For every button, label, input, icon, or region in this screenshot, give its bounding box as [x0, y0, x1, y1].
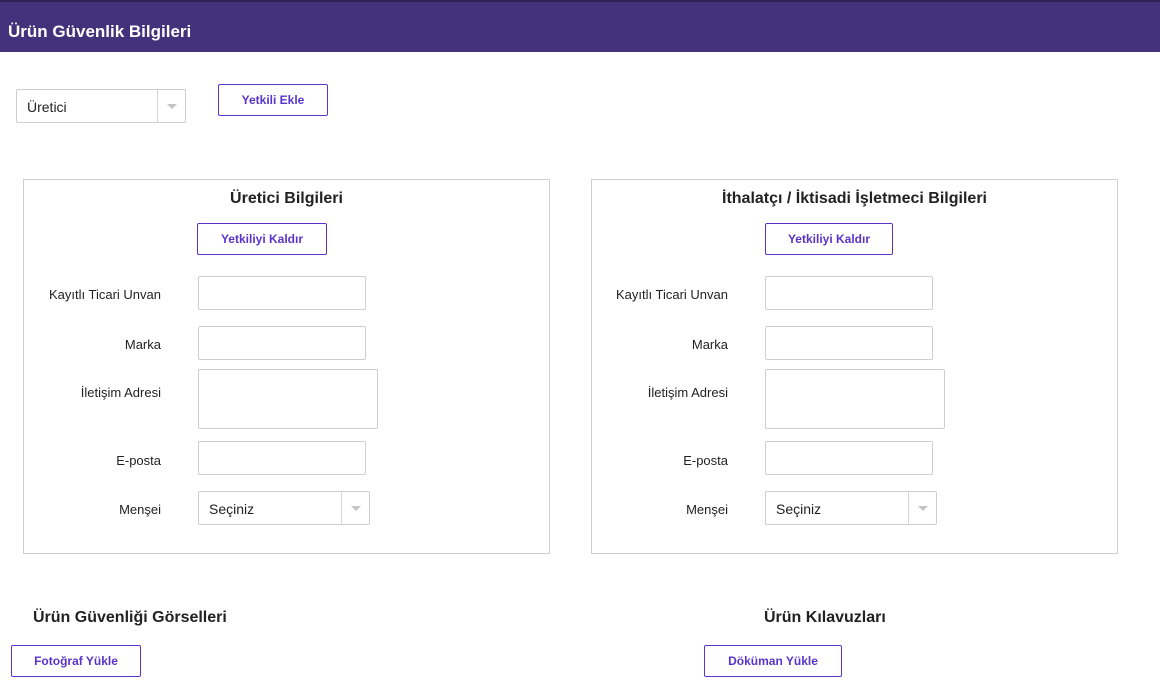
brand-label: Marka: [691, 337, 728, 352]
trade-name-input[interactable]: [765, 276, 933, 310]
upload-document-button[interactable]: Döküman Yükle: [704, 645, 842, 677]
trade-name-label: Kayıtlı Ticari Unvan: [49, 287, 161, 302]
origin-select-value: Seçiniz: [209, 501, 255, 517]
trade-name-label: Kayıtlı Ticari Unvan: [616, 287, 728, 302]
origin-select[interactable]: Seçiniz: [765, 491, 937, 525]
email-input[interactable]: [198, 441, 366, 475]
origin-label: Menşei: [686, 502, 728, 517]
dropdown-toggle[interactable]: [908, 492, 936, 524]
chevron-down-icon: [351, 506, 361, 511]
address-textarea[interactable]: [765, 369, 945, 429]
authorized-type-select[interactable]: Üretici: [16, 89, 186, 123]
email-label: E-posta: [116, 453, 161, 468]
chevron-down-icon: [167, 104, 177, 109]
authorized-type-value: Üretici: [27, 99, 67, 115]
brand-label: Marka: [124, 337, 161, 352]
dropdown-toggle[interactable]: [341, 492, 369, 524]
origin-select[interactable]: Seçiniz: [198, 491, 370, 525]
chevron-down-icon: [918, 506, 928, 511]
importer-panel-title: İthalatçı / İktisadi İşletmeci Bilgileri: [722, 190, 987, 207]
page-header: Ürün Güvenlik Bilgileri: [0, 0, 1160, 52]
brand-input[interactable]: [765, 326, 933, 360]
upload-photo-button[interactable]: Fotoğraf Yükle: [11, 645, 141, 677]
page-title: Ürün Güvenlik Bilgileri: [8, 22, 192, 41]
email-label: E-posta: [683, 453, 728, 468]
manufacturer-panel: Üretici Bilgileri Yetkiliyi Kaldır Kayıt…: [23, 179, 550, 554]
dropdown-toggle[interactable]: [157, 90, 185, 122]
address-label: İletişim Adresi: [647, 385, 728, 400]
product-safety-images-title: Ürün Güvenliği Görselleri: [33, 609, 227, 626]
trade-name-input[interactable]: [198, 276, 366, 310]
brand-input[interactable]: [198, 326, 366, 360]
product-manuals-title: Ürün Kılavuzları: [764, 609, 886, 626]
manufacturer-panel-title: Üretici Bilgileri: [230, 190, 343, 207]
remove-authorized-button[interactable]: Yetkiliyi Kaldır: [765, 223, 893, 255]
address-textarea[interactable]: [198, 369, 378, 429]
origin-select-value: Seçiniz: [776, 501, 822, 517]
remove-authorized-button[interactable]: Yetkiliyi Kaldır: [197, 223, 327, 255]
email-input[interactable]: [765, 441, 933, 475]
address-label: İletişim Adresi: [80, 385, 161, 400]
origin-label: Menşei: [119, 502, 161, 517]
add-authorized-button[interactable]: Yetkili Ekle: [218, 84, 328, 116]
importer-panel: İthalatçı / İktisadi İşletmeci Bilgileri…: [591, 179, 1118, 554]
